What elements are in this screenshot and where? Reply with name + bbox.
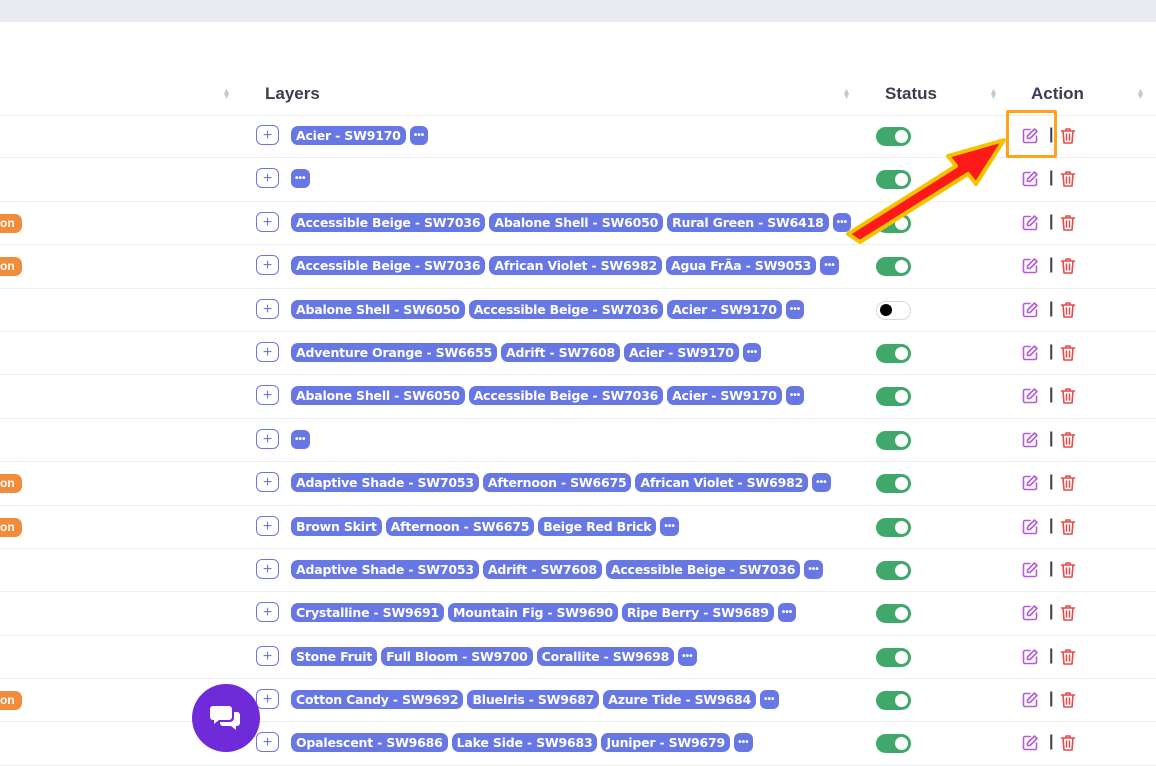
chat-button[interactable] (192, 684, 260, 752)
chat-icon (210, 706, 240, 730)
pointer-arrow (846, 138, 1006, 244)
